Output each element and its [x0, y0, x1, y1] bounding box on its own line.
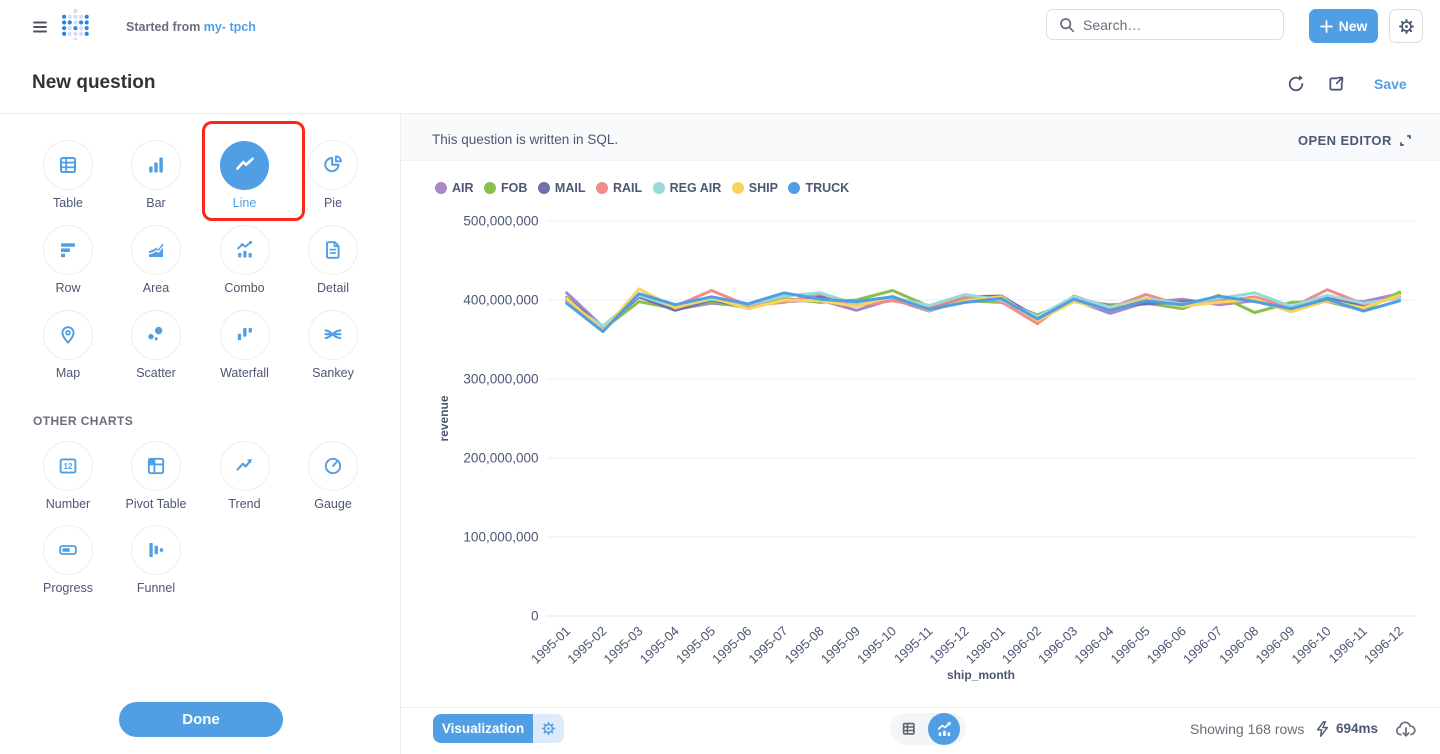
svg-text:0: 0 [531, 609, 539, 624]
svg-text:1995-09: 1995-09 [818, 623, 863, 667]
svg-text:1996-05: 1996-05 [1108, 623, 1153, 667]
svg-text:1996-07: 1996-07 [1180, 623, 1225, 667]
svg-text:400,000,000: 400,000,000 [463, 293, 538, 308]
svg-text:1996-09: 1996-09 [1252, 623, 1297, 667]
svg-text:1995-12: 1995-12 [927, 623, 972, 667]
svg-text:1996-02: 1996-02 [999, 623, 1044, 667]
svg-text:100,000,000: 100,000,000 [463, 530, 538, 545]
svg-text:1996-08: 1996-08 [1216, 623, 1261, 667]
svg-text:ship_month: ship_month [947, 668, 1015, 682]
svg-text:1996-04: 1996-04 [1071, 623, 1116, 667]
svg-text:1996-12: 1996-12 [1361, 623, 1406, 667]
svg-text:revenue: revenue [437, 395, 451, 441]
svg-text:1995-06: 1995-06 [709, 623, 754, 667]
svg-text:1995-10: 1995-10 [854, 623, 899, 667]
svg-text:1995-08: 1995-08 [782, 623, 827, 667]
svg-text:1995-02: 1995-02 [564, 623, 609, 667]
svg-text:1996-03: 1996-03 [1035, 623, 1080, 667]
svg-text:200,000,000: 200,000,000 [463, 451, 538, 466]
svg-text:1995-01: 1995-01 [528, 623, 573, 667]
svg-text:1996-01: 1996-01 [963, 623, 1008, 667]
svg-text:1995-05: 1995-05 [673, 623, 718, 667]
svg-text:1996-06: 1996-06 [1144, 623, 1189, 667]
svg-text:1995-03: 1995-03 [601, 623, 646, 667]
svg-text:500,000,000: 500,000,000 [463, 214, 538, 229]
svg-text:1995-07: 1995-07 [745, 623, 790, 667]
svg-text:1995-04: 1995-04 [637, 623, 682, 667]
svg-text:300,000,000: 300,000,000 [463, 372, 538, 387]
svg-text:1996-10: 1996-10 [1289, 623, 1334, 667]
